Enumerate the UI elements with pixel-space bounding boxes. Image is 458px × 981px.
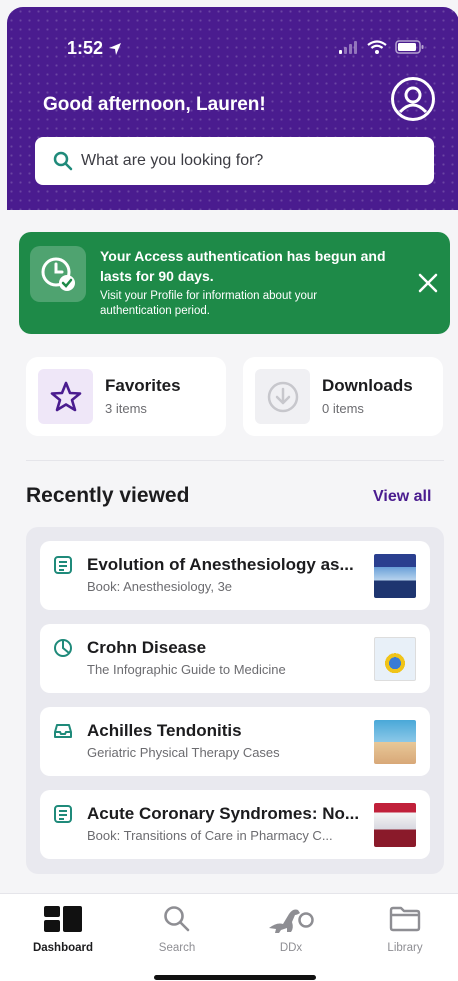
search-icon bbox=[53, 151, 73, 171]
cellular-signal-icon bbox=[339, 41, 357, 54]
item-title: Acute Coronary Syndromes: No... bbox=[87, 804, 360, 823]
battery-icon bbox=[395, 40, 424, 54]
book-cover-thumbnail bbox=[374, 554, 416, 598]
location-arrow-icon bbox=[109, 42, 122, 55]
book-icon bbox=[54, 805, 72, 823]
status-bar-time: 1:52 bbox=[67, 38, 123, 59]
wifi-icon bbox=[367, 40, 387, 54]
folder-icon bbox=[389, 906, 421, 932]
item-title: Evolution of Anesthesiology as... bbox=[87, 555, 354, 574]
user-icon bbox=[398, 86, 428, 114]
status-bar-icons bbox=[339, 40, 425, 54]
list-item[interactable]: Acute Coronary Syndromes: No... Book: Tr… bbox=[40, 790, 430, 859]
favorites-title: Favorites bbox=[105, 376, 181, 395]
star-icon bbox=[38, 369, 93, 424]
dinosaur-icon bbox=[269, 909, 314, 933]
tab-label: Search bbox=[158, 942, 196, 954]
item-title: Crohn Disease bbox=[87, 638, 207, 657]
banner-body: Visit your Profile for information about… bbox=[100, 290, 318, 317]
tab-dashboard[interactable]: Dashboard bbox=[18, 902, 108, 962]
list-item[interactable]: Crohn Disease The Infographic Guide to M… bbox=[40, 624, 430, 693]
list-item[interactable]: Achilles Tendonitis Geriatric Physical T… bbox=[40, 707, 430, 776]
clock-check-icon bbox=[30, 246, 86, 302]
item-subtitle: Book: Anesthesiology, 3e bbox=[87, 579, 233, 594]
item-subtitle: Book: Transitions of Care in Pharmacy C.… bbox=[87, 828, 333, 843]
book-cover-thumbnail bbox=[374, 720, 416, 764]
profile-avatar-button[interactable] bbox=[391, 77, 435, 121]
bottom-tab-bar: Dashboard Search DDx Library bbox=[0, 893, 458, 981]
downloads-title: Downloads bbox=[322, 376, 413, 395]
tab-library[interactable]: Library bbox=[360, 902, 450, 962]
pie-chart-icon bbox=[54, 639, 72, 657]
dashboard-icon bbox=[44, 906, 82, 932]
inbox-icon bbox=[54, 724, 72, 738]
tab-ddx[interactable]: DDx bbox=[246, 902, 336, 962]
favorites-card[interactable]: Favorites 3 items bbox=[26, 357, 226, 436]
tab-label: Library bbox=[387, 942, 423, 954]
download-icon bbox=[255, 369, 310, 424]
list-item[interactable]: Evolution of Anesthesiology as... Book: … bbox=[40, 541, 430, 610]
search-placeholder: What are you looking for? bbox=[81, 152, 264, 169]
recently-viewed-heading: Recently viewed bbox=[26, 484, 190, 507]
view-all-link[interactable]: View all bbox=[373, 488, 431, 506]
home-indicator bbox=[154, 975, 316, 980]
banner-title: Your Access authentication has begun and… bbox=[100, 248, 386, 284]
item-subtitle: Geriatric Physical Therapy Cases bbox=[87, 745, 280, 760]
book-cover-thumbnail bbox=[374, 637, 416, 681]
section-divider bbox=[26, 460, 444, 461]
close-icon[interactable] bbox=[417, 272, 439, 294]
item-subtitle: The Infographic Guide to Medicine bbox=[87, 662, 286, 677]
favorites-count: 3 items bbox=[105, 401, 147, 416]
book-cover-thumbnail bbox=[374, 803, 416, 847]
tab-search[interactable]: Search bbox=[132, 902, 222, 962]
item-title: Achilles Tendonitis bbox=[87, 721, 242, 740]
downloads-card[interactable]: Downloads 0 items bbox=[243, 357, 443, 436]
tab-label: DDx bbox=[279, 942, 303, 954]
greeting-text: Good afternoon, Lauren! bbox=[43, 94, 266, 115]
book-icon bbox=[54, 556, 72, 574]
search-icon bbox=[164, 906, 190, 932]
downloads-count: 0 items bbox=[322, 401, 364, 416]
tab-label: Dashboard bbox=[32, 942, 94, 954]
authentication-banner[interactable]: Your Access authentication has begun and… bbox=[19, 232, 450, 334]
search-bar[interactable]: What are you looking for? bbox=[35, 137, 434, 185]
